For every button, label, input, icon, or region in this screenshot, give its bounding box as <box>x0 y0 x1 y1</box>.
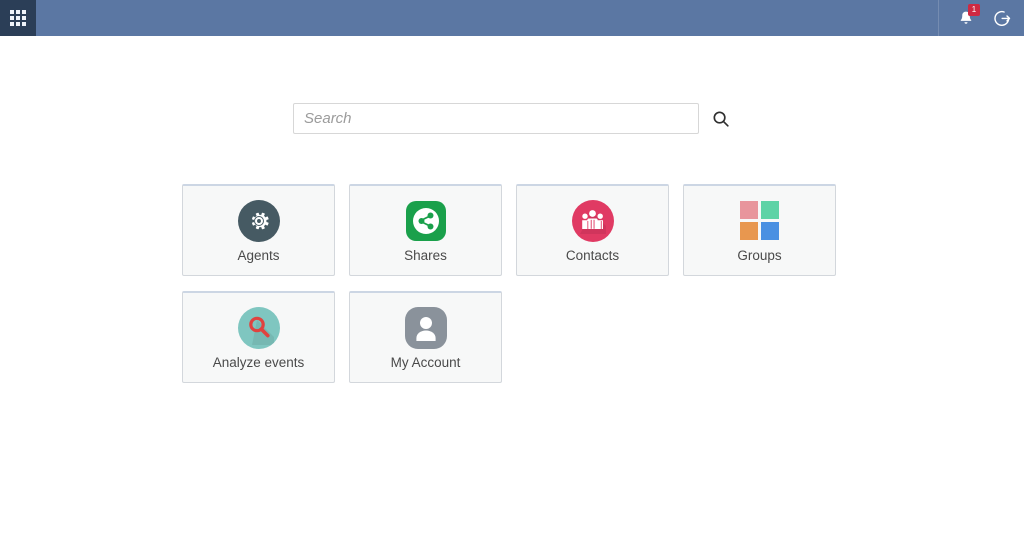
notification-badge: 1 <box>968 4 980 16</box>
logout-icon <box>992 8 1012 28</box>
topbar-divider <box>938 0 939 36</box>
user-avatar-icon <box>405 307 447 349</box>
search-input[interactable] <box>293 103 699 134</box>
tile-shares-icon-wrap <box>404 199 448 243</box>
app-tile-grid: Agents Shares <box>182 184 862 383</box>
topbar-actions: 1 <box>938 0 1024 36</box>
magnifier-icon <box>238 307 280 349</box>
tile-groups-label: Groups <box>737 249 781 263</box>
tile-analyze-events-icon-wrap <box>237 306 281 350</box>
tile-analyze-events[interactable]: Analyze events <box>182 291 335 383</box>
tile-groups-icon-wrap <box>738 199 782 243</box>
logout-button[interactable] <box>989 5 1015 31</box>
tile-shares[interactable]: Shares <box>349 184 502 276</box>
search-icon <box>711 109 731 129</box>
tile-contacts[interactable]: Contacts <box>516 184 669 276</box>
people-group-icon <box>572 200 614 242</box>
topbar-spacer <box>36 0 938 36</box>
four-squares-icon <box>740 201 779 240</box>
grid-apps-icon <box>10 10 26 26</box>
tile-contacts-icon-wrap <box>571 199 615 243</box>
tile-my-account-label: My Account <box>391 356 461 370</box>
tile-groups[interactable]: Groups <box>683 184 836 276</box>
page-body: Agents Shares <box>0 36 1024 547</box>
tile-agents-label: Agents <box>237 249 279 263</box>
tile-my-account-icon-wrap <box>404 306 448 350</box>
tile-shares-label: Shares <box>404 249 447 263</box>
search-submit-button[interactable] <box>710 108 732 130</box>
top-navigation-bar: 1 <box>0 0 1024 36</box>
share-nodes-icon <box>406 201 446 241</box>
notifications-button[interactable]: 1 <box>953 5 979 31</box>
app-launcher-button[interactable] <box>0 0 36 36</box>
gear-icon <box>238 200 280 242</box>
search-bar <box>293 103 732 134</box>
tile-analyze-events-label: Analyze events <box>213 356 305 370</box>
tile-my-account[interactable]: My Account <box>349 291 502 383</box>
tile-contacts-label: Contacts <box>566 249 619 263</box>
tile-agents-icon-wrap <box>237 199 281 243</box>
tile-agents[interactable]: Agents <box>182 184 335 276</box>
